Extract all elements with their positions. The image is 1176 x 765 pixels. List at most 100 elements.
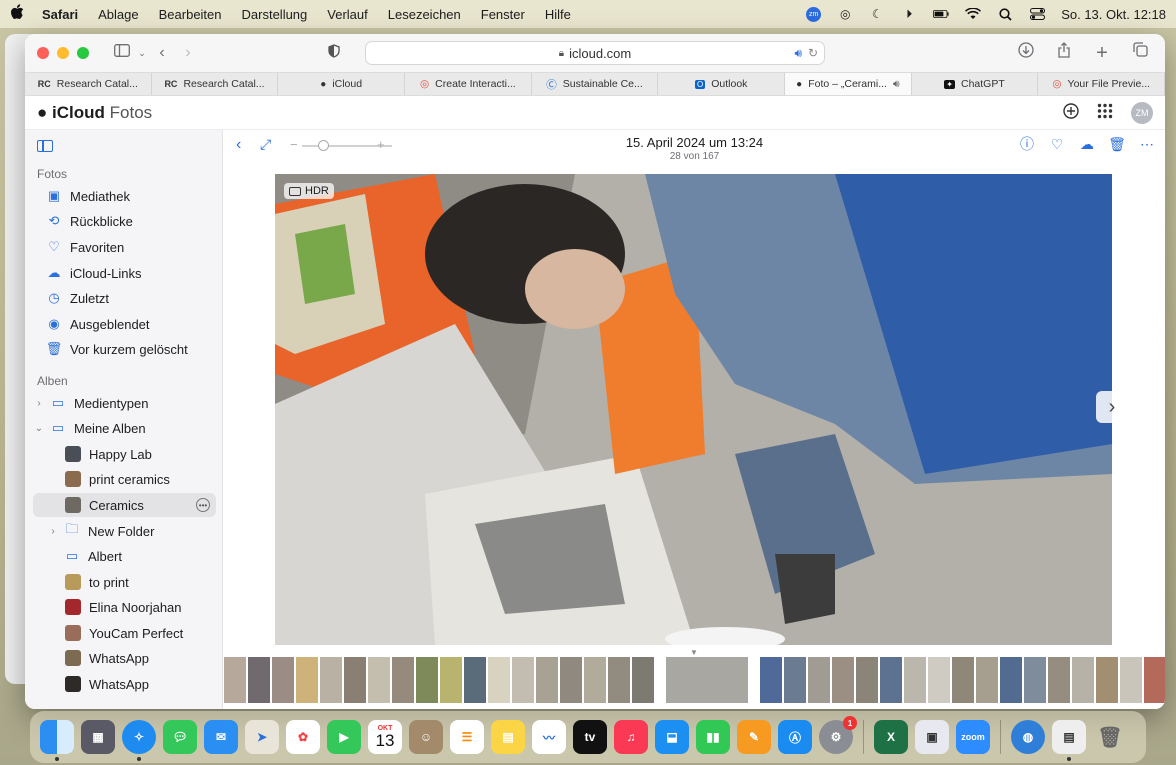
menu-fenster[interactable]: Fenster xyxy=(481,7,525,22)
zoom-status-icon[interactable]: zm xyxy=(806,6,822,22)
app-grid-icon[interactable] xyxy=(1097,103,1113,122)
sidebar-item-favoriten[interactable]: ♡ Favoriten xyxy=(45,235,228,259)
sidebar-album-whatsapp-2[interactable]: WhatsApp xyxy=(33,672,216,696)
pages-icon[interactable]: ✎ xyxy=(737,720,771,754)
wifi-icon[interactable] xyxy=(965,7,982,21)
download-cloud-icon[interactable]: ☁︎ xyxy=(1079,136,1095,152)
messages-icon[interactable]: 💬︎ xyxy=(163,720,197,754)
chevron-down-icon[interactable]: ⌄ xyxy=(33,423,45,434)
sidebar-item-geloescht[interactable]: 🗑︎ Vor kurzem gelöscht xyxy=(45,337,228,361)
filmstrip-thumbnail[interactable] xyxy=(416,657,438,703)
tab-file-preview[interactable]: ◎ Your File Previe... xyxy=(1038,73,1165,95)
forward-button[interactable]: › xyxy=(175,44,201,62)
sidebar-item-icloud-links[interactable]: ☁︎ iCloud-Links xyxy=(45,261,228,285)
menu-darstellung[interactable]: Darstellung xyxy=(242,7,308,22)
filmstrip-thumbnail[interactable] xyxy=(1120,657,1142,703)
filmstrip-thumbnail[interactable] xyxy=(760,657,782,703)
info-icon[interactable]: ⓘ xyxy=(1019,136,1035,152)
control-center-icon[interactable] xyxy=(1029,7,1045,21)
filmstrip-thumbnail[interactable] xyxy=(464,657,486,703)
play-icon[interactable]: ⏵ xyxy=(901,7,917,21)
freeform-icon[interactable]: 〰 xyxy=(532,720,566,754)
sidebar-item-ausgeblendet[interactable]: ◉ Ausgeblendet xyxy=(45,312,228,336)
filmstrip-thumbnail[interactable] xyxy=(224,657,246,703)
filmstrip-thumbnail[interactable] xyxy=(880,657,902,703)
numbers-icon[interactable]: ▮▮ xyxy=(696,720,730,754)
filmstrip-thumbnail[interactable] xyxy=(784,657,806,703)
filmstrip-thumbnail[interactable] xyxy=(344,657,366,703)
speaker-icon[interactable]: 🔊︎ xyxy=(794,46,802,61)
privacy-shield-icon[interactable] xyxy=(321,43,347,63)
filmstrip-thumbnail[interactable] xyxy=(440,657,462,703)
tab-outlook[interactable]: O Outlook xyxy=(658,73,786,95)
filmstrip-thumbnail[interactable] xyxy=(296,657,318,703)
tab-sustainable[interactable]: Ⓒ Sustainable Ce... xyxy=(532,73,659,95)
icloud-photos-title[interactable]: ● iCloud Fotos xyxy=(37,103,152,123)
filmstrip-thumbnail[interactable] xyxy=(632,657,654,703)
filmstrip-thumbnail[interactable] xyxy=(952,657,974,703)
sidebar-album-albert[interactable]: ▭ Albert xyxy=(33,544,216,568)
sidebar-toggle-icon[interactable] xyxy=(37,140,53,152)
trash-icon[interactable]: 🗑︎ xyxy=(1108,136,1126,152)
chevron-down-icon[interactable]: ⌄ xyxy=(135,48,149,59)
spotlight-search-icon[interactable] xyxy=(997,7,1013,21)
filmstrip-thumbnail-current[interactable] xyxy=(666,657,748,703)
maps-icon[interactable]: ➤ xyxy=(245,720,279,754)
filmstrip-thumbnail[interactable] xyxy=(320,657,342,703)
apple-menu-icon[interactable] xyxy=(10,4,32,24)
back-button[interactable]: ‹ xyxy=(149,44,175,62)
notes-icon[interactable]: ▤ xyxy=(491,720,525,754)
tab-foto-ceramics[interactable]: ● Foto – „Cerami... 🔊︎ xyxy=(785,73,912,95)
battery-icon[interactable] xyxy=(933,7,949,21)
tab-icloud[interactable]: ● iCloud xyxy=(278,73,406,95)
address-bar[interactable]: 🔒︎ icloud.com 🔊︎ ↻ xyxy=(365,41,825,65)
filmstrip-thumbnail[interactable] xyxy=(272,657,294,703)
minimize-window-button[interactable] xyxy=(57,47,69,59)
globe-downloads-icon[interactable]: ◍ xyxy=(1011,720,1045,754)
sidebar-album-elina[interactable]: Elina Noorjahan xyxy=(33,595,216,619)
sidebar-album-whatsapp-1[interactable]: WhatsApp xyxy=(33,646,216,670)
next-photo-button[interactable]: › xyxy=(1096,391,1128,423)
filmstrip-thumbnail[interactable] xyxy=(584,657,606,703)
heart-icon[interactable]: ♡ xyxy=(1049,136,1065,152)
sidebar-album-youcam[interactable]: YouCam Perfect xyxy=(33,621,216,645)
apple-tv-icon[interactable]: tv xyxy=(573,720,607,754)
menu-hilfe[interactable]: Hilfe xyxy=(545,7,571,22)
tab-speaker-icon[interactable]: 🔊︎ xyxy=(893,78,900,91)
safari-icon[interactable]: ✧ xyxy=(122,720,156,761)
mail-icon[interactable]: ✉︎ xyxy=(204,720,238,754)
tab-research-catalogue-1[interactable]: RC Research Catal... xyxy=(25,73,152,95)
sidebar-group-medientypen[interactable]: › ▭ Medientypen xyxy=(33,391,216,415)
filmstrip-thumbnail[interactable] xyxy=(1096,657,1118,703)
filmstrip-thumbnail[interactable] xyxy=(608,657,630,703)
filmstrip-thumbnail[interactable] xyxy=(976,657,998,703)
filmstrip-thumbnail[interactable] xyxy=(1024,657,1046,703)
menu-clock[interactable]: So. 13. Okt. 12:18 xyxy=(1061,7,1166,22)
excel-icon[interactable]: X xyxy=(874,720,908,754)
filmstrip-thumbnail[interactable] xyxy=(832,657,854,703)
launchpad-icon[interactable]: ▦ xyxy=(81,720,115,754)
filmstrip-thumbnail[interactable] xyxy=(904,657,926,703)
filmstrip-thumbnail[interactable] xyxy=(856,657,878,703)
focus-moon-icon[interactable]: ☾ xyxy=(869,7,885,21)
music-icon[interactable]: ♫ xyxy=(614,720,648,754)
keynote-icon[interactable]: ⬓ xyxy=(655,720,689,754)
filmstrip-thumbnail[interactable] xyxy=(928,657,950,703)
filmstrip-thumbnail[interactable] xyxy=(488,657,510,703)
tab-create-interactive[interactable]: ◎ Create Interacti... xyxy=(405,73,532,95)
filmstrip-thumbnail[interactable] xyxy=(1144,657,1165,703)
filmstrip-thumbnail[interactable] xyxy=(512,657,534,703)
avatar[interactable]: ZM xyxy=(1131,101,1153,124)
calendar-icon[interactable]: OKT 13 xyxy=(368,720,402,754)
more-options-icon[interactable]: ••• xyxy=(196,498,210,512)
filmstrip-thumbnail[interactable] xyxy=(1048,657,1070,703)
app-store-icon[interactable]: Ⓐ xyxy=(778,720,812,754)
sidebar-album-ceramics[interactable]: Ceramics ••• xyxy=(33,493,216,517)
system-settings-icon[interactable]: ⚙ 1 xyxy=(819,716,857,754)
filmstrip-thumbnail[interactable] xyxy=(560,657,582,703)
document-stack-icon[interactable]: ▤ xyxy=(1052,720,1086,761)
creative-cloud-icon[interactable]: ◎ xyxy=(837,7,853,21)
filmstrip-thumbnail[interactable] xyxy=(392,657,414,703)
tab-research-catalogue-2[interactable]: RC Research Catal... xyxy=(152,73,279,95)
chevron-right-icon[interactable]: › xyxy=(33,398,45,409)
